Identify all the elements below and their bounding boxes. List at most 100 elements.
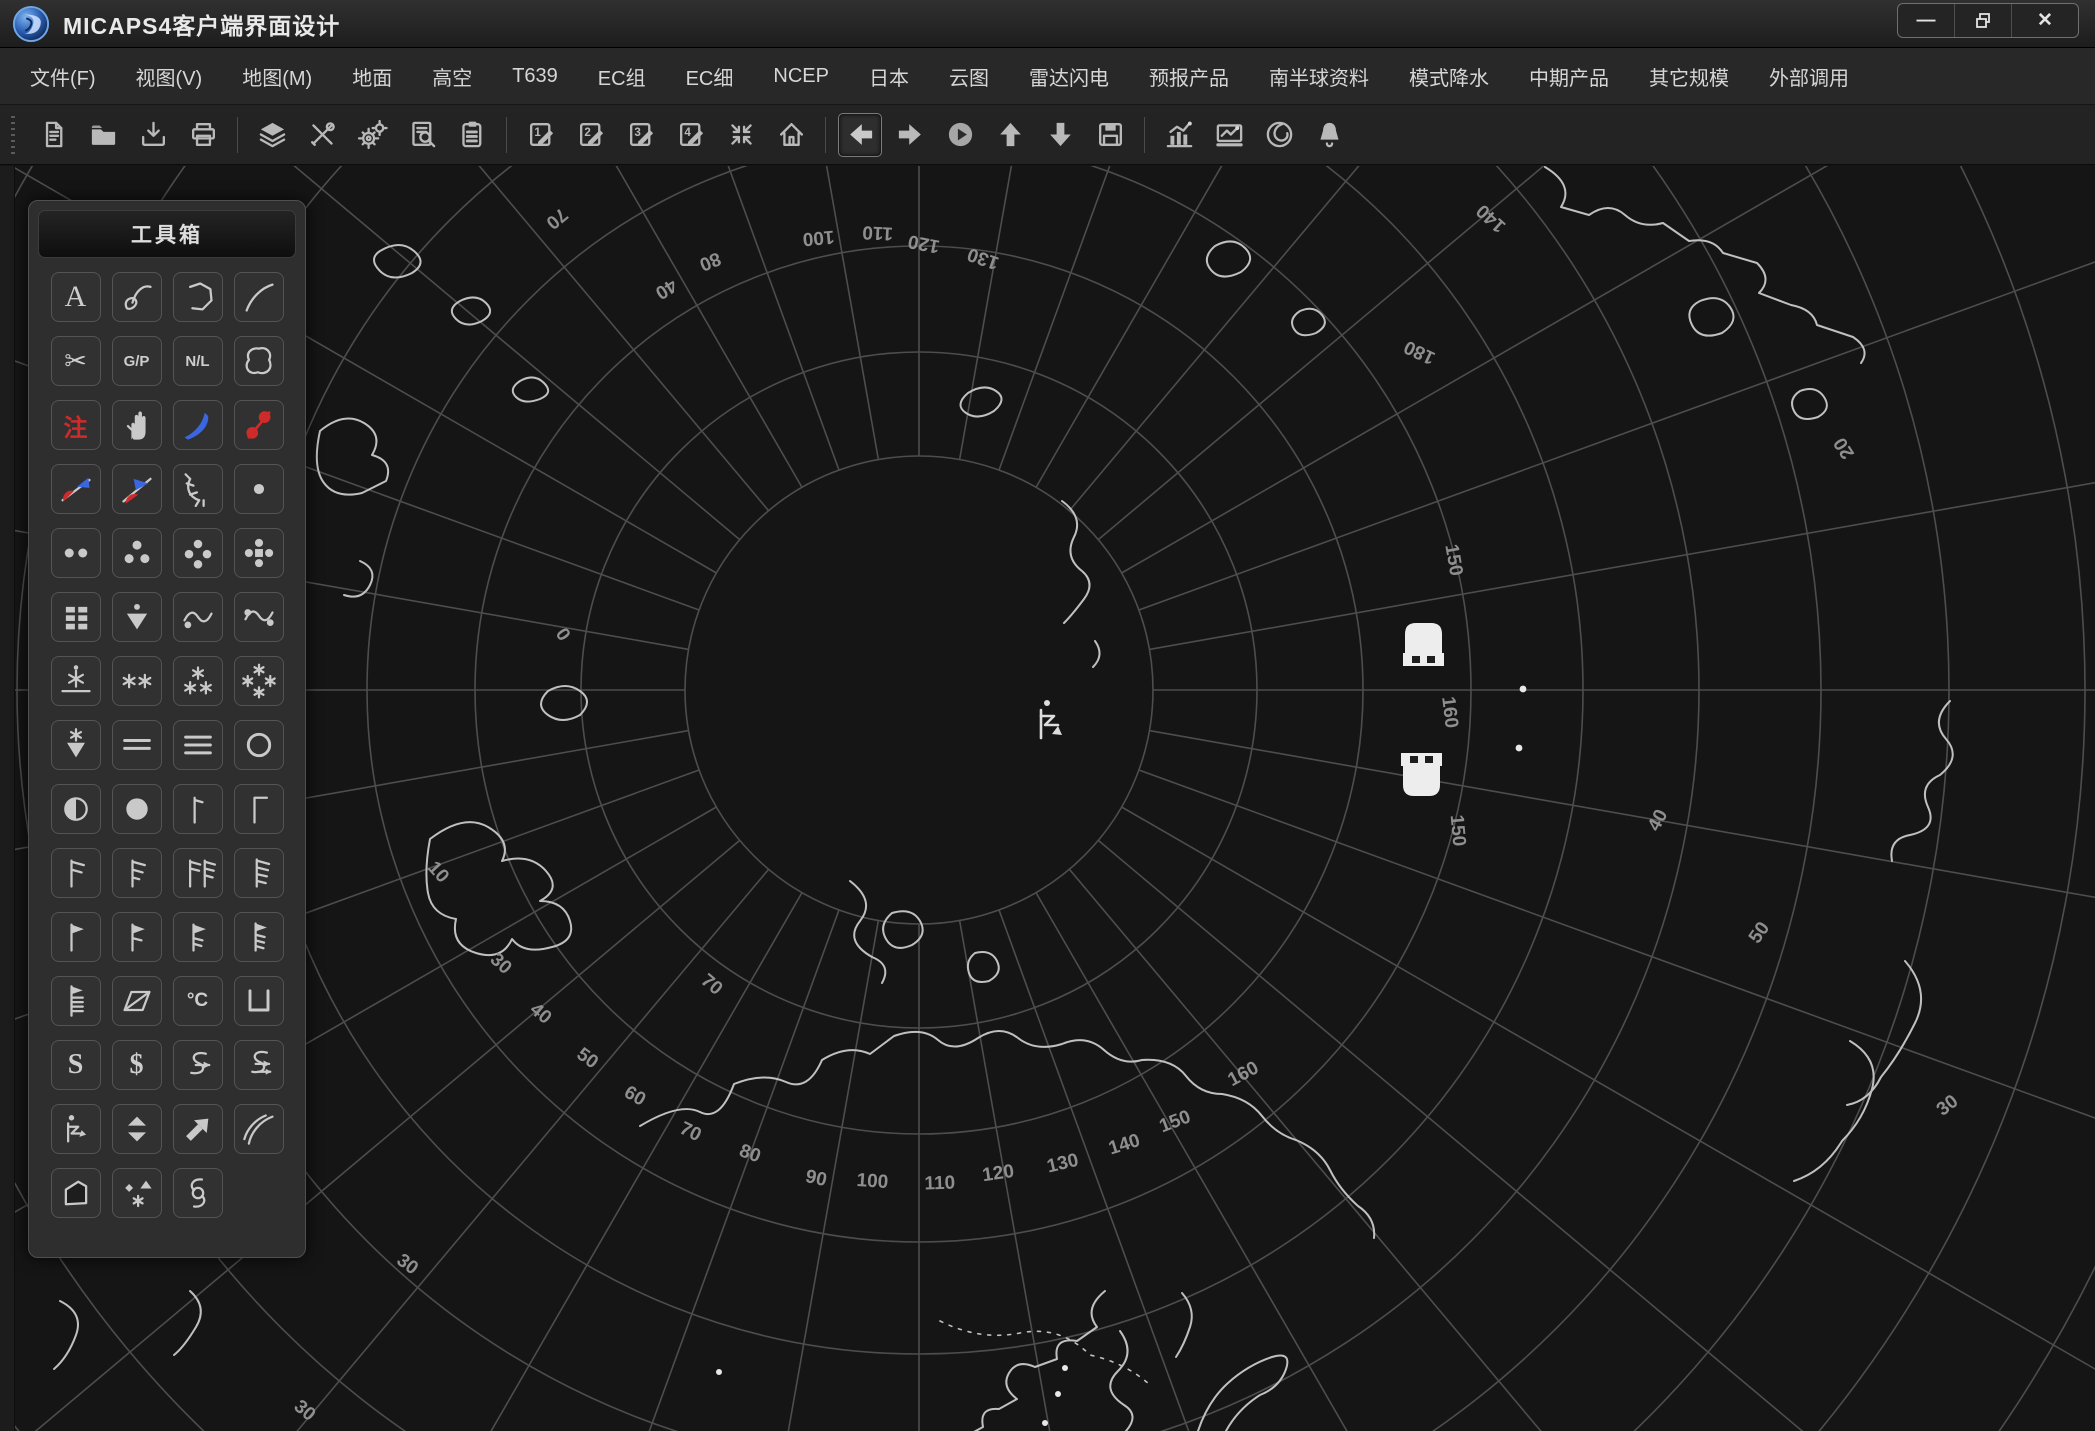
parallelogram-tool[interactable] [112, 976, 162, 1026]
save-button[interactable] [1088, 113, 1132, 157]
menu-item-upper-air[interactable]: 高空 [412, 62, 492, 91]
menu-item-ec-group[interactable]: EC组 [578, 62, 666, 91]
typhoon-tool[interactable] [173, 1168, 223, 1218]
wave-two-dots-tool[interactable] [234, 592, 284, 642]
text-tool[interactable]: A [51, 272, 101, 322]
single-dot-tool[interactable] [234, 464, 284, 514]
up-button[interactable] [988, 113, 1032, 157]
arc-tool[interactable] [234, 272, 284, 322]
menu-item-medium-range[interactable]: 中期产品 [1509, 62, 1629, 91]
grid-squares-tool[interactable] [51, 592, 101, 642]
wind-staff-full-tool[interactable] [234, 784, 284, 834]
pennant-2-tool[interactable] [112, 912, 162, 962]
gp-switch-tool[interactable]: G/P [112, 336, 162, 386]
menu-item-t639[interactable]: T639 [492, 65, 578, 88]
bell-button[interactable] [1307, 113, 1351, 157]
menu-item-view[interactable]: 视图(V) [116, 62, 223, 91]
occluded-front-tool[interactable] [51, 464, 101, 514]
up-down-arrows-tool[interactable] [112, 1104, 162, 1154]
curve-tool[interactable] [112, 272, 162, 322]
edit-area-3-button[interactable]: 3 [619, 113, 663, 157]
cold-front-tool[interactable] [173, 400, 223, 450]
menu-item-model-precip[interactable]: 模式降水 [1389, 62, 1509, 91]
globe-button[interactable] [1257, 113, 1301, 157]
pennant-4-tool[interactable] [234, 912, 284, 962]
forward-button[interactable] [888, 113, 932, 157]
edit-area-4-button[interactable]: 4 [669, 113, 713, 157]
station-marker[interactable] [1401, 753, 1442, 796]
fit-screen-button[interactable] [719, 113, 763, 157]
settings-gears-button[interactable] [350, 113, 394, 157]
circle-tool[interactable] [234, 720, 284, 770]
edit-area-1-button[interactable]: 1 [519, 113, 563, 157]
menu-item-other-scale[interactable]: 其它规模 [1629, 62, 1749, 91]
dollar-symbol-tool[interactable]: $ [112, 1040, 162, 1090]
wind-barb-1-tool[interactable] [51, 848, 101, 898]
double-line-tool[interactable] [112, 720, 162, 770]
open-folder-button[interactable] [81, 113, 125, 157]
wind-barb-2-tool[interactable] [112, 848, 162, 898]
menu-item-ncep[interactable]: NCEP [753, 65, 849, 88]
polyline-tool[interactable] [173, 272, 223, 322]
lightning-cursor-tool[interactable] [51, 1104, 101, 1154]
thick-arrow-tool[interactable] [173, 1104, 223, 1154]
closed-curve-tool[interactable] [234, 336, 284, 386]
trend-chart-button[interactable] [1207, 113, 1251, 157]
minimize-button[interactable]: — [1898, 4, 1954, 37]
new-file-button[interactable] [31, 113, 75, 157]
annotation-tool[interactable]: 注 [51, 400, 101, 450]
pennant-heavy-tool[interactable] [51, 976, 101, 1026]
menu-item-file[interactable]: 文件(F) [10, 62, 116, 91]
stationary-front-tool[interactable] [112, 464, 162, 514]
menu-item-japan[interactable]: 日本 [849, 62, 929, 91]
pan-tool[interactable] [112, 400, 162, 450]
triangle-star-tool[interactable] [51, 720, 101, 770]
triangle-dot-tool[interactable] [112, 592, 162, 642]
four-stars-tool[interactable] [234, 656, 284, 706]
menu-item-map[interactable]: 地图(M) [222, 62, 332, 91]
tools-button[interactable] [300, 113, 344, 157]
layers-button[interactable] [250, 113, 294, 157]
pennant-3-tool[interactable] [173, 912, 223, 962]
bracket-tool[interactable] [234, 976, 284, 1026]
double-curve-tool[interactable] [234, 1104, 284, 1154]
bar-chart-button[interactable] [1157, 113, 1201, 157]
wind-barb-3-tool[interactable] [173, 848, 223, 898]
two-dots-tool[interactable] [51, 528, 101, 578]
star-line-tool[interactable] [51, 656, 101, 706]
wind-staff-half-tool[interactable] [173, 784, 223, 834]
preview-search-button[interactable] [400, 113, 444, 157]
three-dots-tool[interactable] [112, 528, 162, 578]
menu-item-satellite[interactable]: 云图 [929, 62, 1009, 91]
temperature-tool[interactable]: °C [173, 976, 223, 1026]
edit-area-2-button[interactable]: 2 [569, 113, 613, 157]
triple-line-tool[interactable] [173, 720, 223, 770]
restore-button[interactable] [1954, 4, 2011, 37]
half-circle-tool[interactable] [51, 784, 101, 834]
cut-tool[interactable]: ✂ [51, 336, 101, 386]
station-marker[interactable] [1403, 623, 1444, 666]
pennant-1-tool[interactable] [51, 912, 101, 962]
s-double-arrow-tool[interactable] [234, 1040, 284, 1090]
trough-line-tool[interactable] [173, 464, 223, 514]
wind-barb-4-tool[interactable] [234, 848, 284, 898]
play-button[interactable] [938, 113, 982, 157]
four-dots-tool[interactable] [173, 528, 223, 578]
three-stars-tool[interactable] [173, 656, 223, 706]
menu-item-southern-hemisphere[interactable]: 南半球资料 [1249, 62, 1389, 91]
menu-item-surface[interactable]: 地面 [332, 62, 412, 91]
close-button[interactable]: ✕ [2011, 4, 2078, 37]
menu-item-ec-fine[interactable]: EC细 [666, 62, 754, 91]
wave-dot-tool[interactable] [173, 592, 223, 642]
nl-switch-tool[interactable]: N/L [173, 336, 223, 386]
toolbar-grip[interactable] [8, 116, 18, 154]
toolbox-header[interactable]: 工具箱 [38, 210, 296, 258]
s-symbol-tool[interactable]: S [51, 1040, 101, 1090]
menu-item-external-call[interactable]: 外部调用 [1749, 62, 1869, 91]
five-dots-tool[interactable] [234, 528, 284, 578]
filled-circle-tool[interactable] [112, 784, 162, 834]
back-button[interactable] [838, 113, 882, 157]
menu-item-forecast-products[interactable]: 预报产品 [1129, 62, 1249, 91]
menu-item-radar-lightning[interactable]: 雷达闪电 [1009, 62, 1129, 91]
symbol-cluster-tool[interactable] [112, 1168, 162, 1218]
